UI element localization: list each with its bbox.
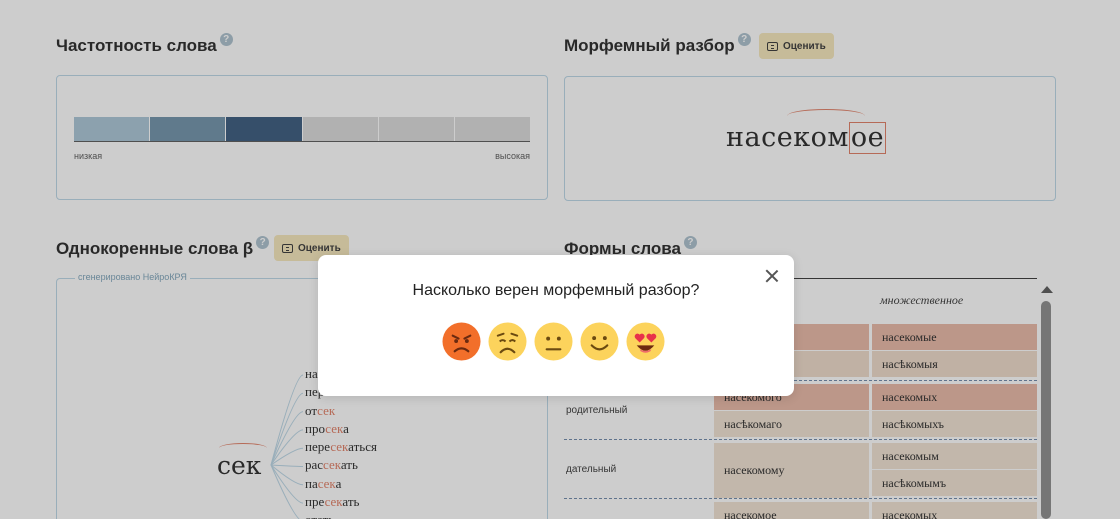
angry-face-icon[interactable] [442,322,481,361]
heart-eyes-face-icon[interactable] [626,322,665,361]
smiling-face-icon[interactable] [580,322,619,361]
rating-modal: Насколько верен морфемный разбор? [318,255,794,396]
worried-face-icon[interactable] [488,322,527,361]
modal-title: Насколько верен морфемный разбор? [412,282,700,299]
neutral-face-icon[interactable] [534,322,573,361]
emoji-rating-row [442,322,665,361]
